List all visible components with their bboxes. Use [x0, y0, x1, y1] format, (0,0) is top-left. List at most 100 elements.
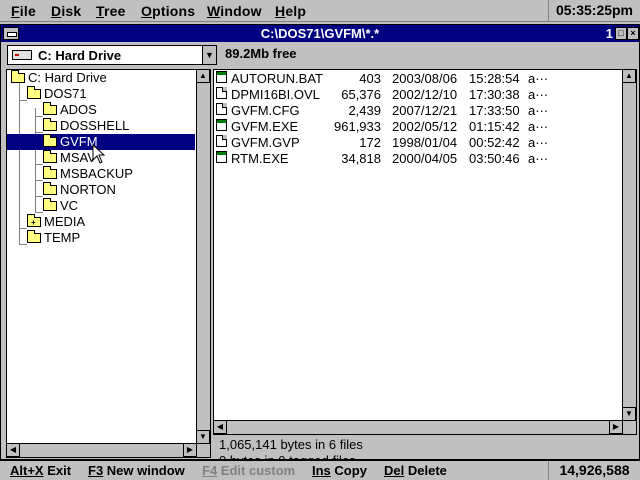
file-size: 172	[359, 135, 381, 150]
drive-bar: C: Hard Drive ▼ 89.2Mb free	[1, 42, 639, 68]
tree-item-label: VC	[60, 198, 79, 213]
bytes-free: 14,926,588	[548, 461, 640, 480]
folder-open-icon	[27, 85, 41, 99]
tree-item-ados[interactable]: ADOS	[43, 101, 97, 118]
file-row[interactable]: AUTORUN.BAT 403 2003/08/06 15:28:54 a···	[216, 71, 616, 87]
tree-item-label: DOS71	[44, 86, 87, 101]
folder-icon	[43, 117, 57, 131]
files-horizontal-scrollbar[interactable]: ◀ ▶	[214, 420, 636, 434]
menu-tree[interactable]: Tree	[96, 3, 126, 19]
hint-exit[interactable]: Alt+X Exit	[10, 463, 71, 478]
menu-options[interactable]: Options	[141, 3, 195, 19]
drive-selector[interactable]: C: Hard Drive ▼	[7, 45, 217, 65]
tree-item-media[interactable]: + MEDIA	[27, 213, 86, 230]
file-date: 2002/12/10	[392, 87, 458, 102]
file-attributes: a···	[528, 151, 549, 166]
file-date: 1998/01/04	[392, 135, 458, 150]
maximize-icon[interactable]: □	[615, 27, 627, 40]
scroll-up-icon[interactable]: ▲	[622, 70, 636, 83]
file-name: GVFM.GVP	[231, 135, 300, 150]
window-title: C:\DOS71\GVFM\*.*	[260, 26, 380, 41]
scroll-down-icon[interactable]: ▼	[622, 407, 636, 421]
file-attributes: a···	[528, 135, 549, 150]
file-row[interactable]: GVFM.CFG 2,439 2007/12/21 17:33:50 a···	[216, 103, 616, 119]
tree-item-label: DOSSHELL	[60, 118, 130, 133]
tree-line	[19, 100, 27, 101]
hint-label: Copy	[334, 463, 367, 478]
window-titlebar[interactable]: C:\DOS71\GVFM\*.* 1 □ ×	[1, 25, 639, 42]
exe-icon	[216, 71, 227, 83]
file-name: RTM.EXE	[231, 151, 289, 166]
menu-disk[interactable]: Disk	[51, 3, 81, 19]
tree-horizontal-scrollbar[interactable]: ◀ ▶	[7, 443, 210, 457]
file-list[interactable]: AUTORUN.BAT 403 2003/08/06 15:28:54 a··· DPMI…	[213, 69, 637, 435]
file-row[interactable]: GVFM.EXE 961,933 2002/05/12 01:15:42 a···	[216, 119, 616, 135]
close-icon[interactable]: ×	[627, 27, 639, 40]
scroll-left-icon[interactable]: ◀	[214, 420, 227, 434]
file-attributes: a···	[528, 103, 549, 118]
tree-vertical-scrollbar[interactable]: ▲ ▼	[196, 70, 210, 444]
hint-bar: Alt+X Exit F3 New window F4 Edit custom …	[0, 460, 640, 480]
tree-item-dosshell[interactable]: DOSSHELL	[43, 117, 130, 134]
status-total: 1,065,141 bytes in 6 files	[219, 437, 363, 452]
file-time: 03:50:46	[469, 151, 520, 166]
file-attributes: a···	[528, 119, 549, 134]
tree-line	[35, 116, 43, 117]
folder-open-icon	[43, 133, 57, 147]
hint-copy[interactable]: Ins Copy	[312, 463, 367, 478]
folder-icon	[43, 101, 57, 115]
menu-help[interactable]: Help	[275, 3, 306, 19]
hint-label: Delete	[407, 463, 447, 478]
file-date: 2007/12/21	[392, 103, 458, 118]
scroll-right-icon[interactable]: ▶	[609, 420, 623, 434]
hint-new-window[interactable]: F3 New window	[88, 463, 185, 478]
hard-drive-icon	[12, 50, 32, 60]
chevron-down-icon[interactable]: ▼	[202, 46, 216, 64]
hint-label: Edit custom	[220, 463, 296, 478]
tree-item-msbackup[interactable]: MSBACKUP	[43, 165, 133, 182]
hint-edit-custom: F4 Edit custom	[202, 463, 295, 478]
tree-line	[19, 82, 20, 244]
folder-icon	[43, 149, 57, 163]
file-time: 15:28:54	[469, 71, 520, 86]
scroll-down-icon[interactable]: ▼	[196, 430, 210, 444]
file-row[interactable]: DPMI16BI.OVL 65,376 2002/12/10 17:30:38 a···	[216, 87, 616, 103]
tree-item-label: C: Hard Drive	[28, 70, 107, 85]
menu-file[interactable]: File	[11, 3, 36, 19]
hint-delete[interactable]: Del Delete	[384, 463, 447, 478]
file-row[interactable]: RTM.EXE 34,818 2000/04/05 03:50:46 a···	[216, 151, 616, 167]
tree-item-dos71[interactable]: DOS71	[27, 85, 87, 102]
tree-item-label: TEMP	[44, 230, 81, 245]
files-vertical-scrollbar[interactable]: ▲ ▼	[622, 70, 636, 421]
file-row[interactable]: GVFM.GVP 172 1998/01/04 00:52:42 a···	[216, 135, 616, 151]
file-window: C:\DOS71\GVFM\*.* 1 □ × C: Hard Drive ▼ …	[0, 24, 640, 468]
scroll-up-icon[interactable]: ▲	[196, 70, 210, 83]
file-status-panel: 1,065,141 bytes in 6 files 0 bytes in 0 …	[213, 435, 637, 468]
tree-item-msav[interactable]: MSAV	[43, 149, 96, 166]
folder-open-icon	[11, 70, 25, 83]
file-time: 00:52:42	[469, 135, 520, 150]
tree-item-temp[interactable]: TEMP	[27, 229, 81, 246]
file-name: AUTORUN.BAT	[231, 71, 323, 86]
folder-icon	[27, 229, 41, 243]
hint-key: F4	[202, 463, 218, 478]
file-attributes: a···	[528, 87, 549, 102]
tree-line	[35, 196, 43, 197]
tree-item-norton[interactable]: NORTON	[43, 181, 116, 198]
tree-item-label: MEDIA	[44, 214, 86, 229]
document-icon	[216, 87, 227, 99]
file-name: GVFM.EXE	[231, 119, 299, 134]
file-date: 2002/05/12	[392, 119, 458, 134]
tree-item-vc[interactable]: VC	[43, 197, 79, 214]
hint-key: Del	[384, 463, 405, 478]
directory-tree[interactable]: C: Hard Drive DOS71 ADOS DOSSHELL GVFM M…	[6, 69, 211, 458]
tree-item-root[interactable]: C: Hard Drive	[11, 70, 107, 86]
scroll-right-icon[interactable]: ▶	[183, 443, 197, 457]
tree-line	[19, 244, 27, 245]
mouse-cursor-icon	[92, 144, 106, 164]
menu-window[interactable]: Window	[207, 3, 262, 19]
scroll-left-icon[interactable]: ◀	[7, 443, 20, 457]
folder-icon	[43, 197, 57, 211]
menu-bar: File Disk Tree Options Window Help 05:35…	[0, 0, 640, 22]
exe-icon	[216, 151, 227, 163]
